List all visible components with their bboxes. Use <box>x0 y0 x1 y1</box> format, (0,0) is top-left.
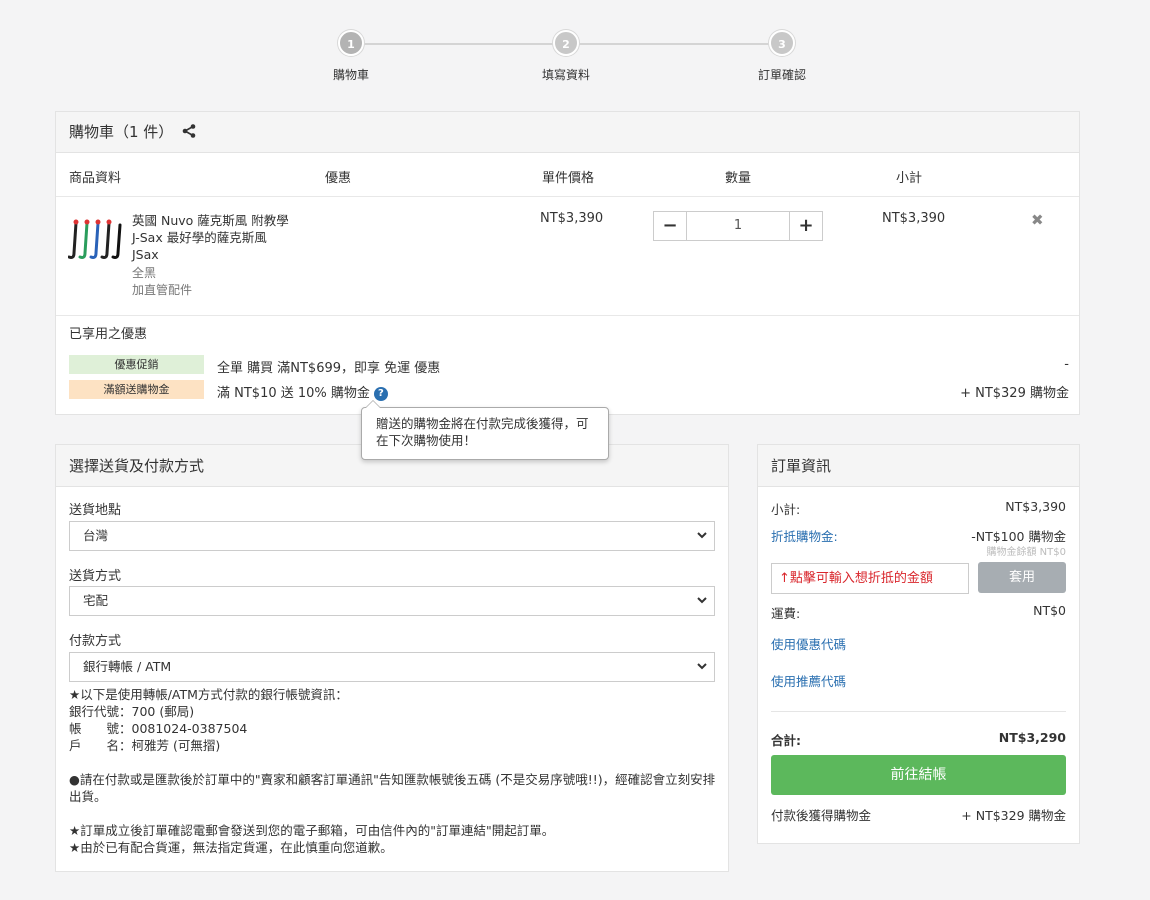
promo-text: 全單 購買 滿NT$699，即享 免運 優惠 <box>217 361 441 376</box>
country-label: 送貨地點 <box>69 503 122 518</box>
help-icon[interactable]: ? <box>373 386 388 401</box>
cart-panel: 購物車（1 件） 商品資料 優惠 單件價格 數量 小計 英國 Nuvo 薩克斯風… <box>55 111 1080 415</box>
points-label[interactable]: 折抵購物金: <box>771 529 838 544</box>
earn-points-label: 付款後獲得購物金 <box>771 808 872 823</box>
referral-code-link[interactable]: 使用推薦代碼 <box>771 671 1066 690</box>
payment-method-label: 付款方式 <box>69 634 122 649</box>
coupon-code-link[interactable]: 使用優惠代碼 <box>771 634 1066 653</box>
shipping-fee-row: 運費: NT$0 <box>771 603 1066 622</box>
checkout-button[interactable]: 前往結帳 <box>771 755 1066 795</box>
col-unit-price: 單件價格 <box>542 171 595 186</box>
checkout-steps: 1 購物車 2 填寫資料 3 訂單確認 <box>330 30 806 90</box>
col-subtotal: 小計 <box>896 171 923 186</box>
product-name[interactable]: 英國 Nuvo 薩克斯風 附教學 J-Sax 最好學的薩克斯風 JSax <box>132 212 297 263</box>
step-fill-info: 2 填寫資料 <box>521 30 611 83</box>
promo-row: 優惠促銷 全單 購買 滿NT$699，即享 免運 優惠 - <box>69 355 1069 376</box>
col-discount: 優惠 <box>325 171 352 186</box>
bank-info-title: ★以下是使用轉帳/ATM方式付款的銀行帳號資訊： <box>69 687 348 702</box>
promo-text: 滿 NT$10 送 10% 購物金 <box>217 386 370 401</box>
apply-button[interactable]: 套用 <box>978 562 1066 593</box>
remove-item-icon[interactable]: ✖ <box>1031 211 1044 229</box>
tooltip: 贈送的購物金將在付款完成後獲得，可在下次購物使用！ <box>361 400 609 460</box>
bank-code: 銀行代號：700 (郵局) <box>69 704 195 719</box>
step-label: 訂單確認 <box>757 68 806 82</box>
quantity-stepper: − 1 + <box>653 211 823 241</box>
select-value: 台灣 <box>83 528 109 543</box>
order-email-notice: ★訂單成立後訂單確認電郵會發送到您的電子郵箱，可由信件內的"訂單連結"開起訂單。 <box>69 823 555 838</box>
shipping-payment-panel: 選擇送貨及付款方式 送貨地點 台灣 送貨方式 宅配 付款方式 銀行轉帳 / AT… <box>55 444 729 872</box>
cart-title: 購物車（1 件） <box>69 123 174 141</box>
unit-price: NT$3,390 <box>540 211 604 226</box>
promo-value: - <box>1064 357 1069 372</box>
chevron-down-icon <box>696 522 708 560</box>
points-input[interactable]: ↑點擊可輸入想折抵的金額 <box>771 563 969 594</box>
shipping-apology-notice: ★由於已有配合貨運，無法指定貨運，在此慎重向您道歉。 <box>69 840 393 855</box>
promo-value: + NT$329 購物金 <box>960 386 1069 401</box>
earn-points-row: 付款後獲得購物金 + NT$329 購物金 <box>771 805 1066 824</box>
subtotal-label: 小計: <box>771 502 801 517</box>
col-product: 商品資料 <box>69 171 122 186</box>
product-addon: 加直管配件 <box>132 283 193 297</box>
divider <box>771 711 1066 712</box>
shipping-fee-label: 運費: <box>771 606 801 621</box>
earn-points-value: + NT$329 購物金 <box>961 808 1066 823</box>
country-select[interactable]: 台灣 <box>69 521 715 551</box>
step-cart: 1 購物車 <box>306 30 396 83</box>
bank-account-name: 戶 名：柯雅芳 (可無摺) <box>69 738 221 753</box>
applied-promos-title: 已享用之優惠 <box>69 327 148 342</box>
select-value: 銀行轉帳 / ATM <box>83 659 172 674</box>
step-label: 填寫資料 <box>541 68 590 82</box>
item-subtotal: NT$3,390 <box>882 211 946 226</box>
payment-method-select[interactable]: 銀行轉帳 / ATM <box>69 652 715 682</box>
cart-header: 購物車（1 件） <box>56 112 1079 153</box>
promo-badge: 優惠促銷 <box>69 355 204 374</box>
step-number: 1 <box>338 30 364 56</box>
step-confirm: 3 訂單確認 <box>737 30 827 83</box>
subtotal-value: NT$3,390 <box>1005 499 1066 514</box>
step-number: 2 <box>553 30 579 56</box>
order-header: 訂單資訊 <box>758 445 1079 487</box>
order-summary-panel: 訂單資訊 小計: NT$3,390 折抵購物金: -NT$100 購物金 購物金… <box>757 444 1080 844</box>
promo-row: 滿額送購物金 滿 NT$10 送 10% 購物金? + NT$329 購物金 <box>69 380 1069 401</box>
cart-columns: 商品資料 優惠 單件價格 數量 小計 <box>56 153 1079 197</box>
increase-button[interactable]: + <box>789 212 822 240</box>
product-image[interactable] <box>67 215 124 265</box>
promo-text-wrap: 滿 NT$10 送 10% 購物金? <box>217 382 388 401</box>
product-variant: 全黑 <box>132 266 157 280</box>
step-label: 購物車 <box>332 68 369 82</box>
step-number: 3 <box>769 30 795 56</box>
decrease-button[interactable]: − <box>654 212 687 240</box>
share-icon[interactable] <box>182 113 196 153</box>
quantity-input[interactable]: 1 <box>687 212 789 240</box>
shipping-method-label: 送貨方式 <box>69 569 122 584</box>
total-label: 合計: <box>771 733 801 748</box>
shipping-fee-value: NT$0 <box>1033 603 1066 618</box>
cart-item-row: 英國 Nuvo 薩克斯風 附教學 J-Sax 最好學的薩克斯風 JSax 全黑 … <box>56 197 1079 316</box>
shipping-method-select[interactable]: 宅配 <box>69 586 715 616</box>
col-quantity: 數量 <box>725 171 752 186</box>
points-balance: 購物金餘額 NT$0 <box>986 547 1067 558</box>
chevron-down-icon <box>696 587 708 625</box>
select-value: 宅配 <box>83 593 109 608</box>
total-row: 合計: NT$3,290 <box>771 730 1066 749</box>
total-value: NT$3,290 <box>998 730 1066 745</box>
bank-account: 帳 號：0081024-0387504 <box>69 721 248 736</box>
promo-badge: 滿額送購物金 <box>69 380 204 399</box>
payment-notice: ●請在付款或是匯款後於訂單中的"賣家和顧客訂單通訊"告知匯款帳號後五碼 (不是交… <box>69 772 716 804</box>
subtotal-row: 小計: NT$3,390 <box>771 499 1066 518</box>
